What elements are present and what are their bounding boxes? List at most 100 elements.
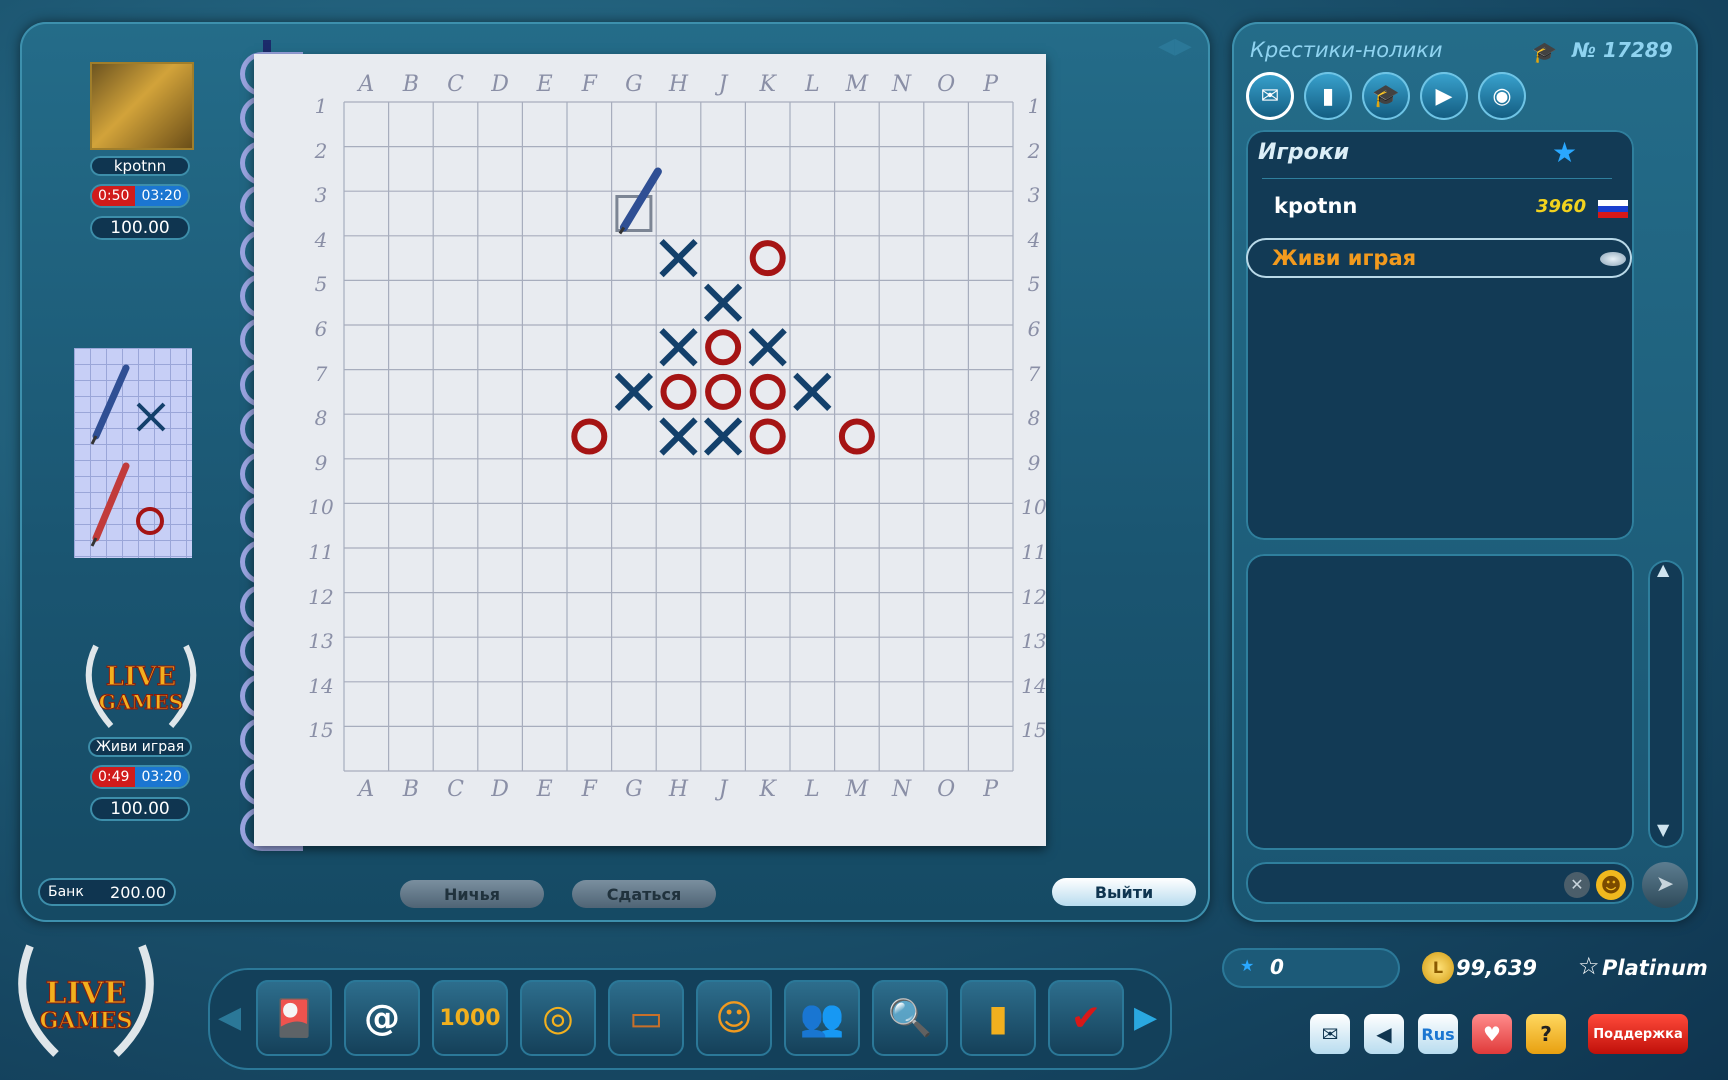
stats-icon[interactable]: ▮ bbox=[1304, 72, 1352, 120]
column-label: E bbox=[536, 72, 553, 97]
favorites-heart-icon[interactable]: ♥ bbox=[1472, 1014, 1512, 1054]
player-row[interactable]: Живи играя bbox=[1246, 238, 1632, 278]
language-button[interactable]: Rus bbox=[1418, 1014, 1458, 1054]
column-label: G bbox=[625, 777, 643, 802]
coin-timer-icon[interactable]: ◎ bbox=[520, 980, 596, 1056]
school-icon[interactable]: 🎓 bbox=[1362, 72, 1410, 120]
player1-timer: 0:50 03:20 bbox=[92, 186, 188, 206]
row-label: 4 bbox=[314, 227, 328, 252]
row-label: 1 bbox=[314, 94, 328, 118]
row-label: 12 bbox=[308, 584, 334, 609]
column-label: B bbox=[402, 72, 419, 97]
legend-svg bbox=[90, 364, 166, 547]
exit-button[interactable]: Выйти bbox=[1052, 878, 1196, 906]
player-row[interactable]: kpotnn 3960 bbox=[1246, 188, 1634, 228]
player2-name: Живи играя bbox=[88, 737, 192, 757]
red-pen-icon bbox=[90, 462, 130, 547]
column-label: N bbox=[891, 72, 912, 97]
logo-live-text: LIVE bbox=[45, 976, 127, 1012]
card-games-icon[interactable]: 🎴 bbox=[256, 980, 332, 1056]
surrender-button[interactable]: Сдаться bbox=[572, 880, 716, 908]
bank-label: Банк bbox=[48, 884, 84, 900]
player1-bet: 100.00 bbox=[90, 216, 190, 240]
video-icon[interactable]: ▶ bbox=[1420, 72, 1468, 120]
send-button[interactable]: ➤ bbox=[1642, 862, 1688, 908]
globe-icon bbox=[1600, 252, 1626, 266]
level-star-icon: ☆ bbox=[1578, 952, 1600, 980]
column-label: J bbox=[718, 777, 728, 802]
favorite-star-icon[interactable]: ★ bbox=[1552, 136, 1577, 169]
chat-icon[interactable]: ✉ bbox=[1246, 72, 1294, 120]
x-mark bbox=[748, 328, 787, 367]
row-label: 12 bbox=[1021, 584, 1047, 609]
x-mark bbox=[614, 372, 654, 412]
clear-icon[interactable]: ✕ bbox=[1564, 872, 1590, 898]
chat-area bbox=[1246, 554, 1634, 850]
column-label: N bbox=[891, 777, 912, 802]
phone-1000-icon[interactable]: 1000 bbox=[432, 980, 508, 1056]
x-mark bbox=[703, 417, 743, 456]
mail-icon[interactable]: ✉ bbox=[1310, 1014, 1350, 1054]
draw-button[interactable]: Ничья bbox=[400, 880, 544, 908]
friends-icon[interactable]: 👥 bbox=[784, 980, 860, 1056]
o-symbol-icon bbox=[136, 507, 164, 535]
row-label: 9 bbox=[314, 450, 328, 475]
row-label: 1 bbox=[1027, 94, 1041, 118]
smiley-icon[interactable]: ☻ bbox=[1596, 870, 1626, 900]
game-board[interactable] bbox=[254, 54, 1046, 846]
column-label: L bbox=[804, 72, 820, 97]
o-mark bbox=[660, 373, 697, 410]
column-label: P bbox=[983, 777, 999, 802]
masks-icon[interactable]: ☺ bbox=[696, 980, 772, 1056]
coins-value: 99,639 bbox=[1456, 956, 1538, 980]
player2-time-blue: 03:20 bbox=[135, 767, 188, 787]
players-title: Игроки bbox=[1258, 140, 1350, 165]
ranking-chart-icon[interactable]: ▮ bbox=[960, 980, 1036, 1056]
o-mark bbox=[749, 240, 786, 277]
player-row-name: kpotnn bbox=[1274, 194, 1358, 218]
scroll-down-icon[interactable]: ▼ bbox=[1657, 820, 1669, 839]
bottom-logo: LIVE GAMES bbox=[6, 936, 166, 1066]
x-mark bbox=[793, 372, 832, 412]
row-label: 15 bbox=[1021, 718, 1047, 743]
row-label: 10 bbox=[308, 495, 334, 520]
row-label: 6 bbox=[1027, 317, 1041, 341]
column-label: H bbox=[668, 777, 689, 802]
player-row-name: Живи играя bbox=[1272, 246, 1417, 270]
scroll-left-icon[interactable]: ◀ bbox=[218, 1000, 241, 1035]
o-mark bbox=[749, 418, 786, 455]
mail-100-icon[interactable]: @ bbox=[344, 980, 420, 1056]
camera-icon[interactable]: ◉ bbox=[1478, 72, 1526, 120]
wallet-icon[interactable]: ▭ bbox=[608, 980, 684, 1056]
sound-icon[interactable]: ◀ bbox=[1364, 1014, 1404, 1054]
collapse-arrows-icon[interactable]: ◀▶ bbox=[1158, 34, 1196, 59]
column-label: F bbox=[581, 777, 597, 802]
support-button[interactable]: Поддержка bbox=[1588, 1014, 1688, 1054]
logo-live-text: LIVE bbox=[105, 662, 177, 693]
scroll-right-icon[interactable]: ▶ bbox=[1134, 1000, 1157, 1035]
search-icon[interactable]: 🔍 bbox=[872, 980, 948, 1056]
column-label: G bbox=[625, 72, 643, 97]
row-label: 11 bbox=[308, 540, 334, 564]
row-label: 2 bbox=[1027, 138, 1041, 163]
logo-games-text: GAMES bbox=[98, 690, 184, 715]
column-label: O bbox=[937, 777, 956, 802]
x-mark bbox=[659, 328, 698, 367]
x-mark bbox=[659, 417, 698, 456]
help-icon[interactable]: ? bbox=[1526, 1014, 1566, 1054]
scroll-up-icon[interactable]: ▲ bbox=[1657, 560, 1669, 579]
column-label: E bbox=[536, 777, 553, 802]
row-label: 5 bbox=[314, 272, 328, 297]
coin-icon: L bbox=[1422, 952, 1454, 984]
star-small-icon: ★ bbox=[1240, 956, 1255, 975]
blue-pen-icon bbox=[90, 364, 130, 445]
game-title: Крестики-нолики bbox=[1250, 38, 1443, 62]
chat-scrollbar[interactable] bbox=[1648, 560, 1684, 848]
row-label: 6 bbox=[314, 317, 328, 341]
checkmark-icon[interactable]: ✔ bbox=[1048, 980, 1124, 1056]
column-label: M bbox=[845, 777, 869, 802]
o-mark bbox=[749, 373, 786, 410]
o-mark bbox=[571, 418, 608, 455]
o-mark bbox=[838, 418, 875, 455]
column-label: L bbox=[804, 777, 820, 802]
